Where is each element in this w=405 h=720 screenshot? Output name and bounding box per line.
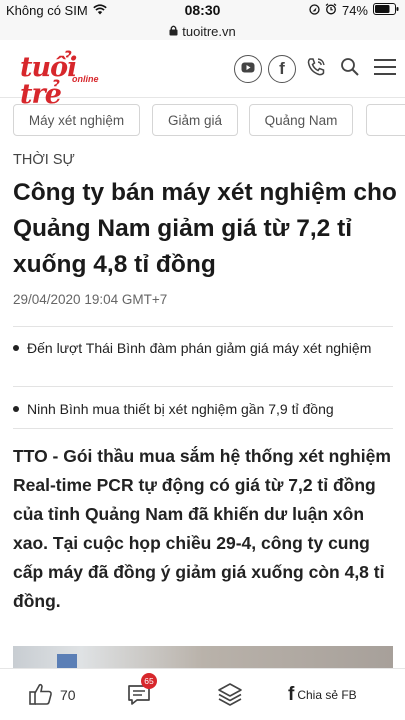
- share-facebook-button[interactable]: f Chia sẻ FB: [288, 679, 357, 711]
- article-section[interactable]: THỜI SỰ: [13, 152, 75, 168]
- bullet-icon: [13, 406, 19, 412]
- tag-item[interactable]: Máy xét nghiệm: [13, 104, 140, 136]
- site-logo[interactable]: tuổi trẻ online: [20, 54, 116, 108]
- layers-icon: [217, 681, 243, 710]
- related-article-title: Đến lượt Thái Bình đàm phán giảm giá máy…: [27, 340, 372, 356]
- lock-icon: [169, 24, 178, 39]
- comment-count-badge: 65: [141, 673, 157, 689]
- facebook-button[interactable]: f: [268, 55, 296, 83]
- search-icon: [340, 57, 360, 82]
- phone-button[interactable]: [302, 55, 330, 83]
- menu-icon: [374, 58, 396, 81]
- site-header: tuổi trẻ online f: [0, 40, 405, 108]
- battery-icon: [373, 3, 399, 18]
- tag-item[interactable]: Giảm giá: [152, 104, 238, 136]
- divider: [13, 386, 393, 387]
- status-bar: Không có SIM 08:30 74%: [0, 0, 405, 22]
- url-bar[interactable]: tuoitre.vn: [0, 22, 405, 40]
- like-button[interactable]: 70: [28, 679, 76, 711]
- facebook-icon: f: [288, 684, 295, 705]
- divider: [13, 326, 393, 327]
- youtube-icon: [241, 60, 255, 78]
- bottom-action-bar: 70 65 f Chia sẻ FB: [0, 668, 405, 720]
- search-button[interactable]: [336, 55, 364, 83]
- photo-detail: [57, 654, 77, 668]
- article-title: Công ty bán máy xét nghiệm cho Quảng Nam…: [13, 179, 397, 278]
- logo-subtext: online: [72, 74, 99, 84]
- location-icon: [309, 3, 320, 18]
- article-sapo: TTO - Gói thầu mua sắm hệ thống xét nghi…: [13, 446, 391, 611]
- logo-text: tuổi trẻ: [20, 52, 77, 110]
- youtube-button[interactable]: [234, 55, 262, 83]
- tag-item-partial[interactable]: [366, 104, 405, 136]
- article-date: 29/04/2020 19:04 GMT+7: [13, 292, 168, 307]
- facebook-icon: f: [279, 59, 285, 78]
- thumbs-up-icon: [28, 681, 54, 710]
- related-article-title: Ninh Bình mua thiết bị xét nghiệm gần 7,…: [27, 401, 334, 417]
- share-label: Chia sẻ FB: [297, 688, 357, 702]
- divider: [13, 428, 393, 429]
- alarm-icon: [325, 3, 337, 18]
- related-article[interactable]: Ninh Bình mua thiết bị xét nghiệm gần 7,…: [13, 398, 398, 420]
- menu-button[interactable]: [371, 55, 399, 83]
- like-count: 70: [60, 687, 76, 703]
- phone-icon: [305, 56, 327, 83]
- layers-button[interactable]: [217, 679, 243, 711]
- article-photo[interactable]: [13, 646, 393, 670]
- bullet-icon: [13, 345, 19, 351]
- related-article[interactable]: Đến lượt Thái Bình đàm phán giảm giá máy…: [13, 337, 398, 359]
- tag-list: Máy xét nghiệm Giảm giá Quảng Nam: [0, 104, 405, 138]
- battery-level: 74%: [341, 3, 368, 18]
- status-right: 74%: [309, 3, 399, 18]
- tag-item[interactable]: Quảng Nam: [249, 104, 353, 136]
- url-text: tuoitre.vn: [182, 23, 236, 39]
